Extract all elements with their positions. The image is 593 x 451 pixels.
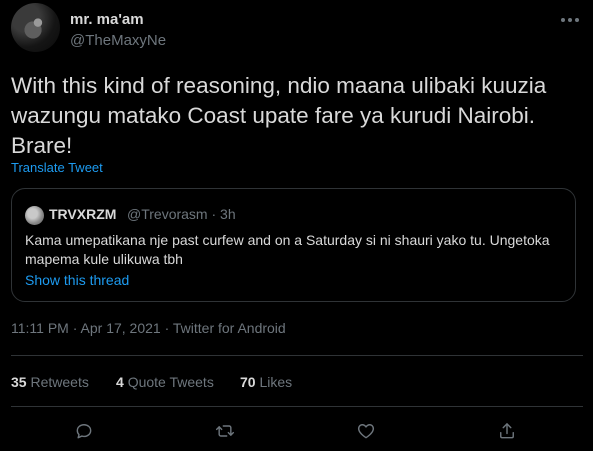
like-icon [357, 424, 375, 439]
quoted-author-handle: @Trevorasm [127, 206, 208, 222]
share-icon [500, 423, 514, 439]
tweet-metadata: 11:11 PM · Apr 17, 2021 · Twitter for An… [11, 320, 286, 336]
avatar[interactable] [11, 3, 60, 52]
more-button[interactable] [556, 10, 584, 30]
translate-tweet-link[interactable]: Translate Tweet [11, 160, 103, 175]
retweets-label: Retweets [30, 374, 89, 390]
tweet-detail: mr. ma'am @TheMaxyNe With this kind of r… [0, 0, 593, 451]
more-icon [561, 18, 579, 22]
quoted-author-meta: @Trevorasm · 3h [127, 206, 236, 222]
retweets-stat[interactable]: 35 Retweets [11, 374, 89, 390]
likes-label: Likes [259, 374, 293, 390]
likes-count: 70 [240, 374, 256, 390]
reply-icon [76, 424, 92, 439]
quoted-avatar[interactable] [25, 206, 44, 225]
quote-tweets-stat[interactable]: 4 Quote Tweets [116, 374, 214, 390]
retweets-count: 35 [11, 374, 27, 390]
reply-button[interactable] [72, 419, 96, 443]
quoted-time[interactable]: 3h [220, 206, 236, 222]
retweet-icon [215, 425, 235, 437]
quoted-author-name[interactable]: TRVXRZM [49, 206, 116, 222]
author-name[interactable]: mr. ma'am [70, 11, 144, 28]
divider [11, 355, 583, 356]
quoted-text: Kama umepatikana nje past curfew and on … [25, 232, 550, 267]
share-button[interactable] [495, 419, 519, 443]
likes-stat[interactable]: 70 Likes [240, 374, 292, 390]
quote-tweets-label: Quote Tweets [127, 374, 214, 390]
quote-tweets-count: 4 [116, 374, 124, 390]
quoted-tweet[interactable]: TRVXRZM @Trevorasm · 3h Kama umepatikana… [11, 188, 576, 302]
tweet-text: With this kind of reasoning, ndio maana … [11, 73, 547, 158]
quoted-separator: · [211, 206, 217, 222]
author-handle[interactable]: @TheMaxyNe [70, 32, 166, 49]
retweet-button[interactable] [213, 419, 237, 443]
divider [11, 406, 583, 407]
show-thread-link[interactable]: Show this thread [25, 272, 129, 288]
like-button[interactable] [354, 419, 378, 443]
